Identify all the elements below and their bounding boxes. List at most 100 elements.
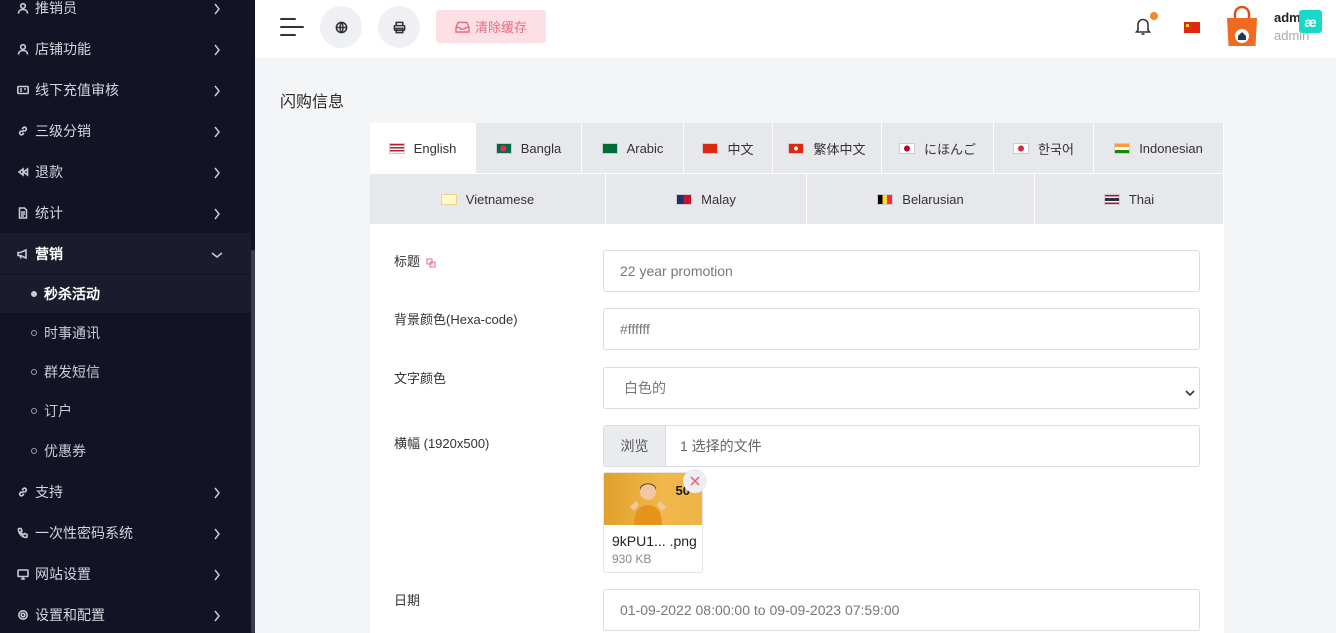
flash-sale-form-card: English Bangla Arabic 中文 繁体中文 にほんご 한국어 I… bbox=[370, 123, 1224, 633]
phone-icon bbox=[16, 526, 29, 539]
tab-label: Bangla bbox=[520, 140, 562, 156]
tab-korean[interactable]: 한국어 bbox=[994, 123, 1094, 174]
bullet-icon bbox=[31, 369, 37, 375]
language-tabs-row-2: Vietnamese Malay Belarusian Thai bbox=[370, 174, 1224, 225]
date-label: 日期 bbox=[394, 593, 421, 608]
sidebar-item-distribution[interactable]: 三级分销 bbox=[0, 110, 251, 151]
tab-label: 繁体中文 bbox=[813, 141, 866, 157]
banner-file-input[interactable]: 浏览 1 选择的文件 bbox=[603, 425, 1200, 467]
language-tabs-row-1: English Bangla Arabic 中文 繁体中文 にほんご 한국어 I… bbox=[370, 123, 1224, 174]
background-color-value: #ffffff bbox=[620, 321, 650, 337]
sidebar-item-otp[interactable]: 一次性密码系统 bbox=[0, 512, 251, 553]
sidebar-item-refund[interactable]: 退款 bbox=[0, 151, 251, 192]
sidebar-item-store[interactable]: 店铺功能 bbox=[0, 28, 251, 69]
banner-label: 横幅 (1920x500) bbox=[394, 436, 490, 451]
be-flag-icon bbox=[877, 193, 894, 205]
chevron-right-icon bbox=[213, 486, 221, 498]
megaphone-icon bbox=[16, 247, 29, 260]
clear-cache-button[interactable]: 清除缓存 bbox=[436, 10, 546, 43]
tab-belarusian[interactable]: Belarusian bbox=[807, 174, 1035, 225]
avatar[interactable] bbox=[1225, 5, 1259, 48]
tab-english[interactable]: English bbox=[370, 123, 476, 174]
translate-icon bbox=[426, 258, 436, 268]
close-icon bbox=[690, 476, 700, 486]
file-selected-text: 1 选择的文件 bbox=[680, 438, 762, 454]
chevron-down-icon bbox=[1185, 384, 1195, 397]
kr-flag-icon bbox=[1013, 142, 1030, 154]
sidebar-subitem-label: 订户 bbox=[44, 403, 72, 419]
sidebar-item-promoter[interactable]: 推销员 bbox=[0, 0, 251, 28]
sidebar-subitem-label: 优惠券 bbox=[44, 443, 86, 459]
background-color-label: 背景颜色(Hexa-code) bbox=[394, 312, 518, 327]
notification-badge bbox=[1150, 12, 1158, 20]
sidebar-item-configuration[interactable]: 设置和配置 bbox=[0, 594, 251, 633]
text-color-select[interactable]: 白色的 bbox=[603, 367, 1200, 409]
background-color-input[interactable]: #ffffff bbox=[603, 308, 1200, 350]
tab-label: English bbox=[413, 141, 457, 156]
sidebar-subitem-subscribers[interactable]: 订户 bbox=[0, 392, 251, 430]
title-input[interactable]: 22 year promotion bbox=[603, 250, 1200, 292]
menu-toggle-icon[interactable] bbox=[280, 18, 304, 38]
browse-button[interactable]: 浏览 bbox=[604, 426, 666, 466]
cn-flag-icon bbox=[702, 142, 719, 154]
date-range-value: 01-09-2022 08:00:00 to 09-09-2023 07:59:… bbox=[620, 602, 900, 618]
sidebar-item-website-settings[interactable]: 网站设置 bbox=[0, 553, 251, 594]
tab-label: にほんご bbox=[923, 141, 976, 157]
sidebar-subitem-bulk-sms[interactable]: 群发短信 bbox=[0, 353, 251, 391]
us-flag-icon bbox=[388, 143, 405, 154]
tab-label: 한국어 bbox=[1038, 141, 1074, 157]
tab-japanese[interactable]: にほんご bbox=[882, 123, 994, 174]
person-icon bbox=[16, 42, 29, 55]
tab-chinese[interactable]: 中文 bbox=[684, 123, 773, 174]
chevron-right-icon bbox=[213, 568, 221, 580]
tab-arabic[interactable]: Arabic bbox=[582, 123, 684, 174]
sidebar-item-offline-recharge[interactable]: 线下充值审核 bbox=[0, 69, 251, 110]
globe-button[interactable] bbox=[320, 6, 362, 48]
inbox-icon bbox=[455, 21, 470, 33]
sidebar-item-statistics[interactable]: 统计 bbox=[0, 192, 251, 233]
language-flag-icon[interactable] bbox=[1184, 22, 1200, 33]
sidebar-subitem-coupons[interactable]: 优惠券 bbox=[0, 432, 251, 470]
title-label: 标题 bbox=[394, 251, 436, 270]
sidebar-subitem-flash-sale[interactable]: 秒杀活动 bbox=[0, 275, 251, 313]
remove-file-button[interactable] bbox=[683, 469, 707, 493]
bd-flag-icon bbox=[495, 142, 512, 154]
sidebar-item-support[interactable]: 支持 bbox=[0, 471, 251, 512]
link-icon bbox=[16, 124, 29, 137]
file-name: 9kPU1... .png bbox=[612, 533, 697, 549]
bullet-icon bbox=[31, 291, 37, 297]
file-size: 930 KB bbox=[612, 552, 652, 566]
tab-vietnamese[interactable]: Vietnamese bbox=[370, 174, 606, 225]
chevron-right-icon bbox=[213, 84, 221, 96]
title-input-value: 22 year promotion bbox=[620, 263, 733, 279]
tab-label: 中文 bbox=[727, 141, 754, 157]
text-color-selected: 白色的 bbox=[624, 380, 666, 396]
tab-bangla[interactable]: Bangla bbox=[476, 123, 582, 174]
tab-indonesian[interactable]: Indonesian bbox=[1094, 123, 1224, 174]
extension-badge[interactable]: æ bbox=[1299, 10, 1322, 33]
vn-flag-icon bbox=[440, 193, 457, 205]
sidebar-subitem-newsletter[interactable]: 时事通讯 bbox=[0, 314, 251, 352]
th-flag-icon bbox=[1103, 193, 1120, 205]
globe-icon bbox=[335, 21, 347, 33]
bullet-icon bbox=[31, 408, 37, 414]
notification-button[interactable] bbox=[1134, 12, 1158, 36]
tab-malay[interactable]: Malay bbox=[606, 174, 807, 225]
chevron-right-icon bbox=[213, 609, 221, 621]
chevron-right-icon bbox=[213, 125, 221, 137]
sidebar-subitem-label: 群发短信 bbox=[44, 364, 100, 380]
tab-label: Belarusian bbox=[902, 191, 964, 207]
tab-traditional-chinese[interactable]: 繁体中文 bbox=[773, 123, 882, 174]
sidebar-item-label: 营销 bbox=[35, 245, 63, 262]
sidebar-item-label: 支持 bbox=[35, 483, 63, 500]
tab-thai[interactable]: Thai bbox=[1035, 174, 1224, 225]
text-color-label: 文字颜色 bbox=[394, 371, 447, 386]
person-photo bbox=[630, 483, 666, 525]
sidebar-item-marketing[interactable]: 营销 bbox=[0, 233, 251, 274]
sidebar-item-label: 一次性密码系统 bbox=[35, 524, 133, 541]
print-button[interactable] bbox=[378, 6, 420, 48]
person-icon bbox=[16, 1, 29, 14]
sidebar-subitem-label: 秒杀活动 bbox=[44, 286, 100, 302]
sidebar-scrollbar[interactable] bbox=[251, 250, 255, 633]
date-range-input[interactable]: 01-09-2022 08:00:00 to 09-09-2023 07:59:… bbox=[603, 589, 1200, 631]
